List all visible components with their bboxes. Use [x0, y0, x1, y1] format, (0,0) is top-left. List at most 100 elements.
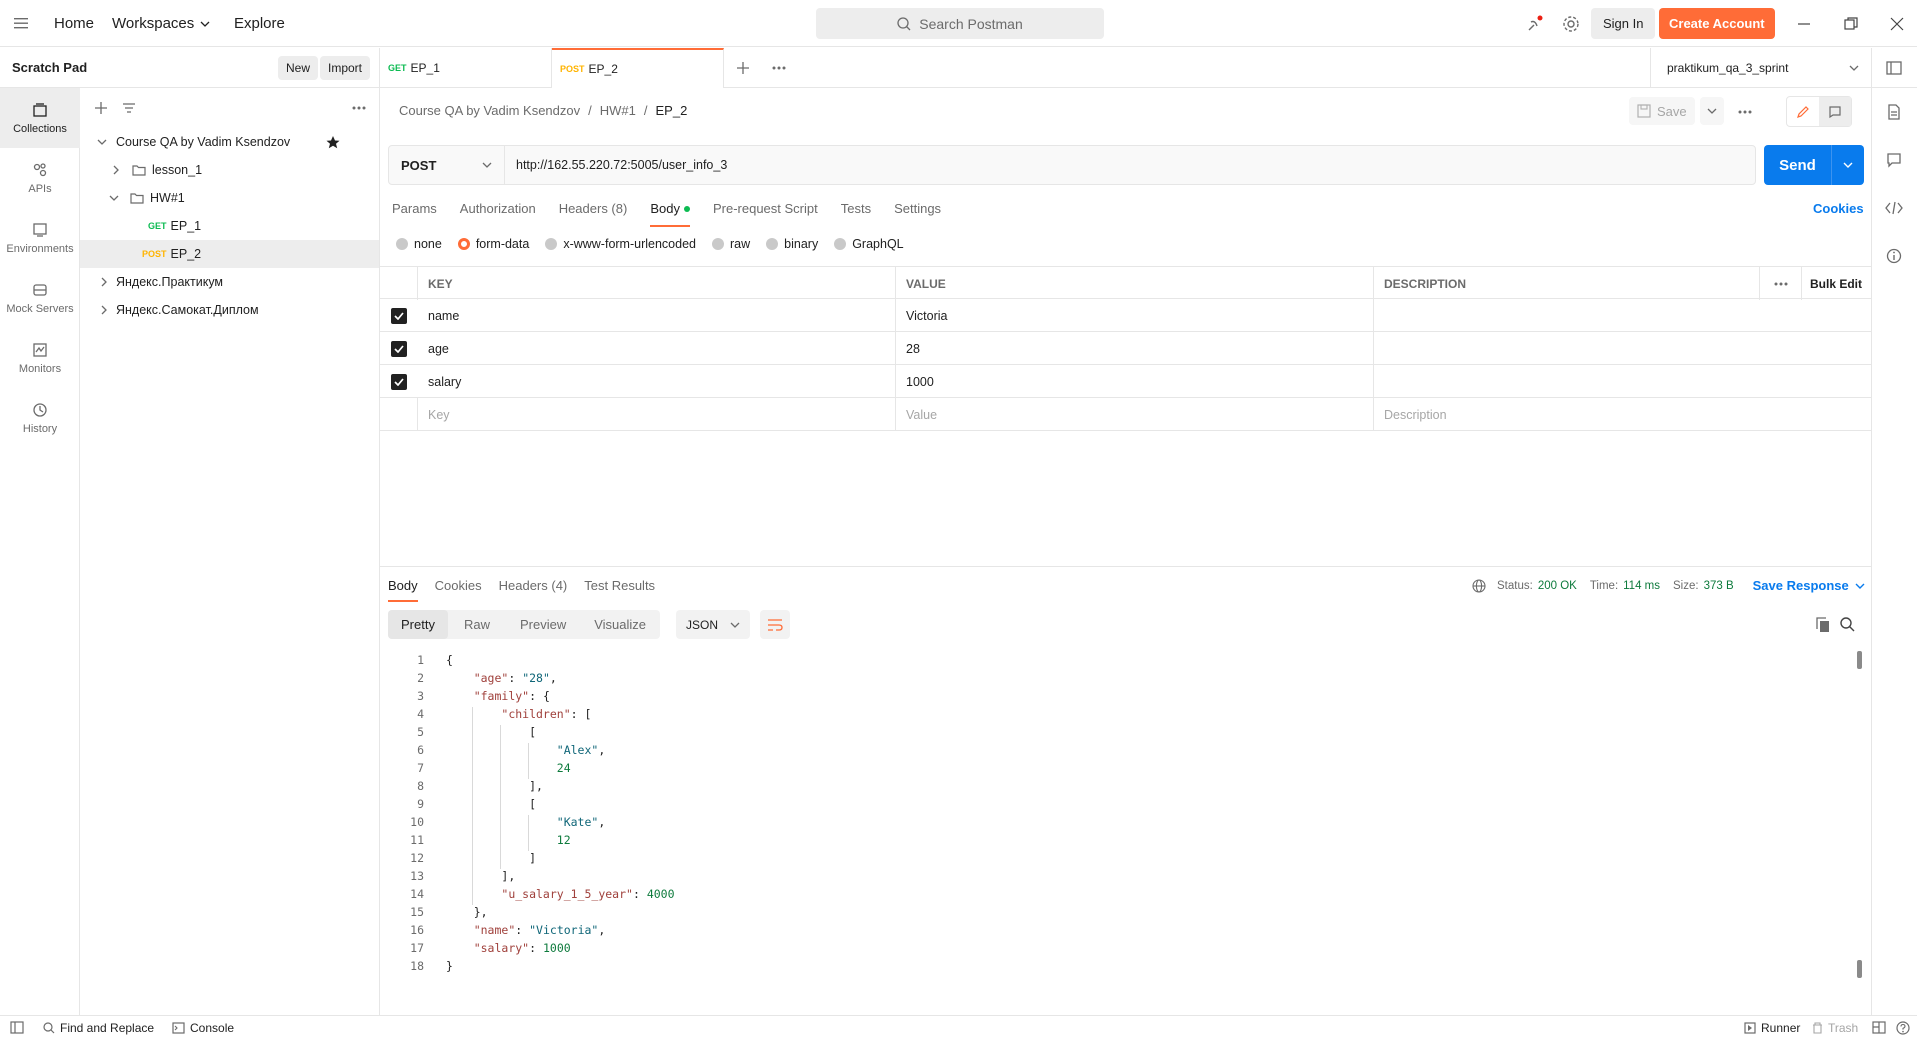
- tab-pre-request-script[interactable]: Pre-request Script: [713, 201, 818, 216]
- tabs-more-icon[interactable]: [772, 66, 786, 70]
- sign-in-button[interactable]: Sign In: [1591, 8, 1656, 39]
- import-button[interactable]: Import: [320, 56, 371, 80]
- restore-icon[interactable]: [1844, 17, 1858, 31]
- breadcrumb-folder[interactable]: HW#1: [600, 103, 636, 118]
- tab-params[interactable]: Params: [392, 201, 437, 216]
- copy-icon[interactable]: [1816, 617, 1830, 633]
- format-select[interactable]: JSON: [676, 610, 750, 639]
- trash-button[interactable]: Trash: [1812, 1021, 1858, 1035]
- view-preview[interactable]: Preview: [506, 617, 580, 632]
- new-tab-plus-icon[interactable]: [736, 61, 750, 75]
- value-cell[interactable]: Victoria: [896, 299, 1374, 332]
- checkbox-checked[interactable]: [391, 340, 407, 357]
- rail-environments[interactable]: Environments: [0, 208, 80, 268]
- save-button[interactable]: Save: [1629, 97, 1695, 125]
- nav-home[interactable]: Home: [54, 15, 94, 32]
- more-options-icon[interactable]: [352, 106, 366, 110]
- view-visualize[interactable]: Visualize: [580, 617, 660, 632]
- save-response-button[interactable]: Save Response: [1753, 578, 1865, 593]
- description-cell[interactable]: [1374, 365, 1871, 398]
- key-cell[interactable]: age: [418, 332, 896, 365]
- comments-icon[interactable]: [1886, 152, 1902, 168]
- response-tab-body[interactable]: Body: [388, 578, 418, 602]
- key-placeholder[interactable]: Key: [418, 398, 896, 431]
- tab-settings[interactable]: Settings: [894, 201, 941, 216]
- radio-form-data[interactable]: form-data: [457, 237, 529, 251]
- size-value[interactable]: 373 B: [1704, 580, 1734, 592]
- tree-collection-practicum[interactable]: Яндекс.Практикум: [80, 268, 379, 296]
- gear-icon[interactable]: [1562, 15, 1580, 33]
- rail-collections[interactable]: Collections: [0, 88, 80, 148]
- description-cell[interactable]: [1374, 299, 1871, 332]
- response-tab-test-results[interactable]: Test Results: [584, 578, 655, 593]
- rail-monitors[interactable]: Monitors: [0, 328, 80, 388]
- save-options-chevron-icon[interactable]: [1700, 97, 1724, 125]
- time-value[interactable]: 114 ms: [1623, 580, 1660, 592]
- breadcrumb-collection[interactable]: Course QA by Vadim Ksendzov: [399, 103, 580, 118]
- toggle-sidebar-icon[interactable]: [10, 1021, 24, 1034]
- tree-request-ep2[interactable]: POST EP_2: [80, 240, 379, 268]
- tab-tests[interactable]: Tests: [841, 201, 871, 216]
- documentation-icon[interactable]: [1886, 104, 1902, 120]
- environment-quick-look-icon[interactable]: [1886, 60, 1902, 76]
- star-icon[interactable]: [326, 135, 340, 149]
- radio-graphql[interactable]: GraphQL: [834, 237, 904, 251]
- find-and-replace-button[interactable]: Find and Replace: [43, 1021, 154, 1035]
- tree-collection-diploma[interactable]: Яндекс.Самокат.Диплом: [80, 296, 379, 324]
- json-viewer[interactable]: 1 {2 "age": "28", 3 "family": {4 "children…: [380, 651, 1871, 978]
- tab-ep1[interactable]: GET EP_1: [380, 48, 552, 88]
- status-value[interactable]: 200 OK: [1538, 580, 1577, 592]
- filter-input[interactable]: [118, 96, 342, 120]
- tree-folder-lesson[interactable]: lesson_1: [80, 156, 379, 184]
- url-input[interactable]: http://162.55.220.72:5005/user_info_3: [516, 158, 1755, 172]
- environment-selector[interactable]: praktikum_qa_3_sprint: [1650, 48, 1871, 87]
- rail-mock-servers[interactable]: Mock Servers: [0, 268, 80, 328]
- edit-pencil-icon[interactable]: [1787, 97, 1819, 126]
- response-tab-cookies[interactable]: Cookies: [435, 578, 482, 593]
- close-window-icon[interactable]: [1890, 17, 1904, 31]
- rail-history[interactable]: History: [0, 388, 80, 448]
- plus-icon[interactable]: [94, 101, 108, 115]
- tree-collection[interactable]: Course QA by Vadim Ksendzov: [80, 128, 379, 156]
- wrap-lines-icon[interactable]: [760, 610, 790, 639]
- key-cell[interactable]: salary: [418, 365, 896, 398]
- search-response-icon[interactable]: [1840, 617, 1855, 632]
- help-icon[interactable]: [1896, 1021, 1910, 1035]
- console-button[interactable]: Console: [172, 1021, 234, 1035]
- info-icon[interactable]: [1886, 248, 1902, 264]
- table-more-icon[interactable]: [1760, 267, 1802, 300]
- value-cell[interactable]: 28: [896, 332, 1374, 365]
- create-account-button[interactable]: Create Account: [1659, 8, 1775, 39]
- send-options-chevron-icon[interactable]: [1832, 162, 1864, 168]
- hamburger-menu-icon[interactable]: [14, 16, 30, 30]
- method-select[interactable]: POST: [389, 146, 505, 184]
- code-icon[interactable]: [1885, 200, 1903, 216]
- send-button[interactable]: Send: [1764, 145, 1864, 185]
- description-placeholder[interactable]: Description: [1374, 398, 1871, 431]
- radio-x-www-form-urlencoded[interactable]: x-www-form-urlencoded: [545, 237, 696, 251]
- rail-apis[interactable]: APIs: [0, 148, 80, 208]
- scrollbar-thumb-bottom[interactable]: [1857, 960, 1862, 978]
- runner-button[interactable]: Runner: [1744, 1021, 1800, 1035]
- view-raw[interactable]: Raw: [448, 617, 506, 632]
- tab-body[interactable]: Body: [650, 201, 690, 227]
- tab-ep2[interactable]: POST EP_2: [552, 48, 724, 88]
- minimize-icon[interactable]: [1797, 17, 1811, 31]
- globe-icon[interactable]: [1472, 578, 1486, 593]
- satellite-icon[interactable]: [1526, 15, 1544, 33]
- two-pane-view-icon[interactable]: [1872, 1021, 1886, 1034]
- request-more-icon[interactable]: [1738, 110, 1752, 114]
- key-cell[interactable]: name: [418, 299, 896, 332]
- checkbox-checked[interactable]: [391, 307, 407, 324]
- value-cell[interactable]: 1000: [896, 365, 1374, 398]
- radio-none[interactable]: none: [396, 237, 442, 251]
- tab-headers[interactable]: Headers (8): [559, 201, 628, 216]
- view-pretty[interactable]: Pretty: [388, 610, 448, 639]
- new-button[interactable]: New: [278, 56, 319, 80]
- bulk-edit-button[interactable]: Bulk Edit: [1802, 267, 1871, 300]
- nav-workspaces[interactable]: Workspaces: [112, 15, 210, 32]
- response-tab-headers[interactable]: Headers (4): [499, 578, 568, 593]
- tab-authorization[interactable]: Authorization: [460, 201, 536, 216]
- comment-mode-icon[interactable]: [1819, 97, 1851, 126]
- tree-folder-hw[interactable]: HW#1: [80, 184, 379, 212]
